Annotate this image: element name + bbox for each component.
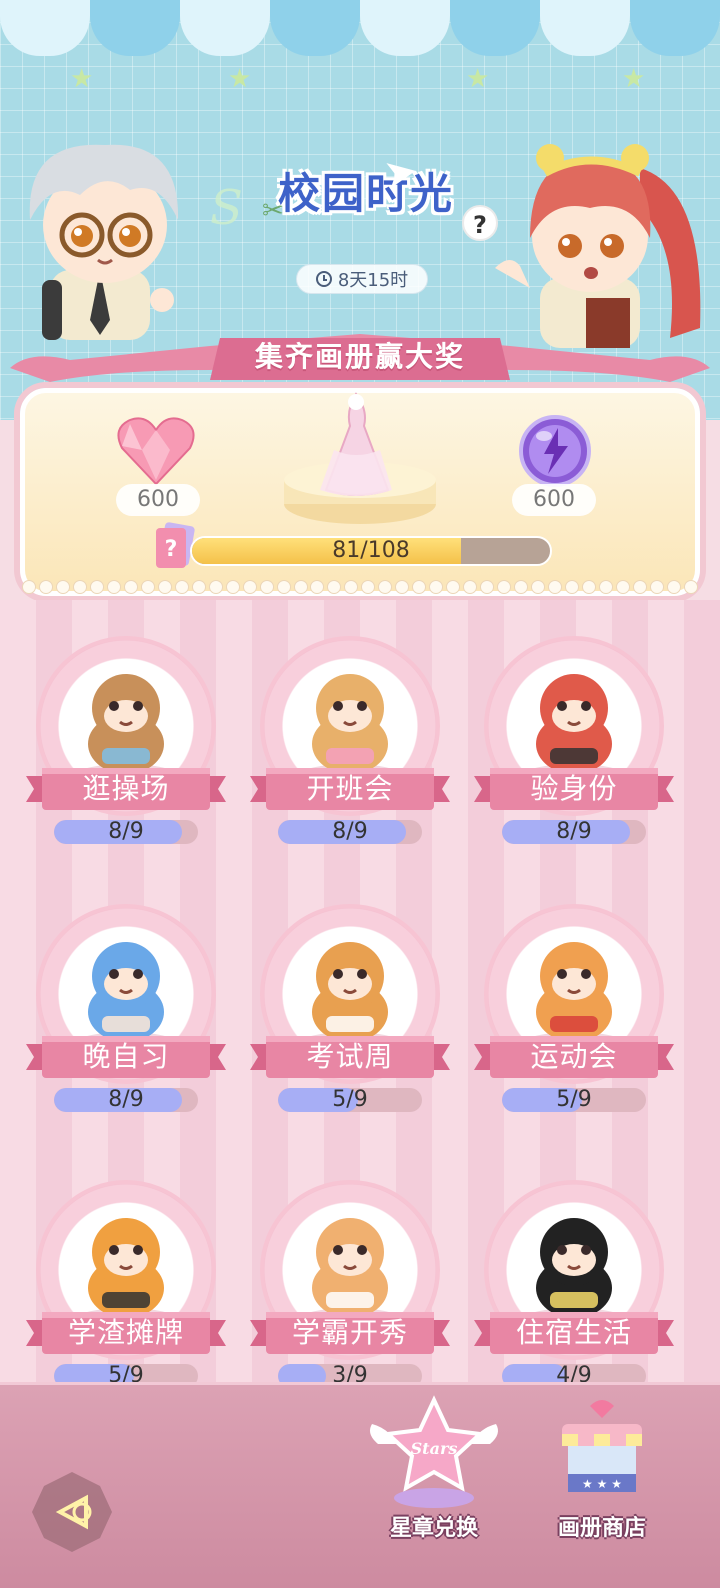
awning: [0, 0, 720, 70]
shop-stall-icon: ★ ★ ★: [562, 1400, 642, 1492]
star-icon: ★: [622, 64, 646, 94]
album-shop-label: 画册商店: [557, 1516, 646, 1541]
event-title: 校园时光: [278, 169, 455, 218]
category-progress-text: 5/9: [332, 1088, 368, 1112]
timer-text: 8天15时: [337, 270, 409, 291]
help-button[interactable]: ?: [462, 205, 498, 241]
category-progress-text: 8/9: [108, 1088, 144, 1112]
star-badge-icon: Stars: [370, 1395, 498, 1508]
album-shop-button[interactable]: ★ ★ ★ 画册商店: [532, 1394, 672, 1544]
back-button[interactable]: [30, 1470, 114, 1554]
album-progress-bar: 81/108: [190, 536, 552, 566]
category-progress-bar: 5/9: [502, 1088, 646, 1112]
category-progress-bar: 8/9: [54, 820, 198, 844]
category-progress-bar: 5/9: [278, 1088, 422, 1112]
category-label: 运动会: [530, 1040, 618, 1073]
category-card[interactable]: 考试周 5/9: [250, 904, 450, 1154]
category-label: 验身份: [530, 772, 618, 805]
svg-text:?: ?: [165, 537, 178, 562]
star-exchange-label: 星章兑换: [389, 1516, 478, 1541]
category-progress-text: 8/9: [332, 820, 368, 844]
category-card[interactable]: 晚自习 8/9: [26, 904, 226, 1154]
category-progress-bar: 8/9: [54, 1088, 198, 1112]
star-icon: ★: [228, 64, 252, 94]
category-label: 考试周: [306, 1040, 394, 1073]
heart-amount: 600: [116, 484, 200, 516]
category-progress-bar: 8/9: [278, 820, 422, 844]
title-decoration: S: [210, 180, 245, 236]
star-exchange-button[interactable]: Stars 星章兑换: [364, 1394, 504, 1544]
star-icon: ★: [466, 64, 490, 94]
album-card-icon: ?: [156, 522, 195, 568]
orb-amount: 600: [512, 484, 596, 516]
category-progress-text: 8/9: [556, 820, 592, 844]
category-label: 开班会: [306, 772, 394, 805]
category-card[interactable]: 运动会 5/9: [474, 904, 674, 1154]
category-label: 学渣摊牌: [67, 1316, 184, 1349]
scissors-icon: ✂: [262, 196, 284, 226]
pearl-border: [22, 580, 698, 596]
girl-character-icon: [495, 144, 701, 348]
clock-icon: [315, 271, 332, 287]
svg-text:★ ★ ★: ★ ★ ★: [582, 1477, 622, 1491]
category-card[interactable]: 逛操场 8/9: [26, 636, 226, 886]
star-icon: ★: [70, 64, 94, 94]
category-label: 晚自习: [82, 1040, 170, 1073]
category-card[interactable]: 验身份 8/9: [474, 636, 674, 886]
category-progress-text: 8/9: [108, 820, 144, 844]
category-label: 学霸开秀: [291, 1316, 408, 1349]
category-label: 住宿生活: [515, 1316, 632, 1349]
banner-title: 集齐画册赢大奖: [254, 340, 465, 373]
pink-heart-gem-icon[interactable]: [116, 414, 196, 486]
album-progress-text: 81/108: [332, 538, 410, 563]
category-progress-bar: 8/9: [502, 820, 646, 844]
category-card[interactable]: 开班会 8/9: [250, 636, 450, 886]
category-label: 逛操场: [82, 772, 170, 805]
boy-character-icon: [29, 144, 179, 340]
purple-energy-orb-icon[interactable]: [518, 414, 592, 488]
category-progress-text: 5/9: [556, 1088, 592, 1112]
event-timer: 8天15时: [296, 264, 428, 294]
svg-text:Stars: Stars: [411, 1439, 458, 1458]
dress-reward-icon[interactable]: [296, 390, 416, 500]
